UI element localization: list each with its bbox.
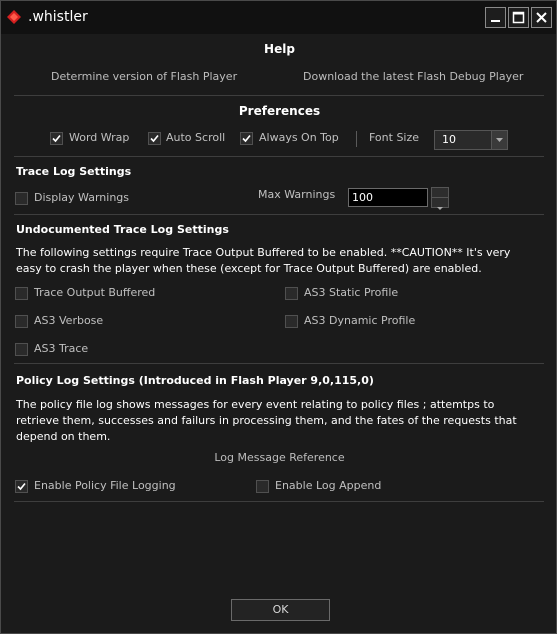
auto-scroll-label: Auto Scroll [166, 131, 226, 144]
font-size-select[interactable]: 10 [434, 130, 508, 150]
enable-policy-logging-checkbox[interactable] [15, 480, 28, 493]
checkmark-icon [17, 482, 26, 491]
font-size-label: Font Size [369, 131, 420, 144]
app-window: .whistler Help Determine version of Flas… [0, 0, 557, 634]
divider [14, 156, 544, 157]
close-icon [536, 12, 547, 23]
ok-button[interactable]: OK [231, 599, 330, 621]
maximize-icon [512, 11, 525, 24]
word-wrap-label: Word Wrap [69, 131, 130, 144]
minimize-icon [491, 20, 500, 22]
word-wrap-checkbox[interactable] [50, 132, 63, 145]
trace-log-heading: Trace Log Settings [16, 165, 132, 178]
undocumented-heading: Undocumented Trace Log Settings [16, 223, 229, 236]
divider [14, 95, 544, 96]
preferences-heading: Preferences [238, 104, 321, 118]
as3-verbose-label: AS3 Verbose [34, 314, 104, 327]
window-title: .whistler [28, 9, 88, 25]
policy-log-heading: Policy Log Settings (Introduced in Flash… [16, 374, 374, 387]
as3-static-profile-label: AS3 Static Profile [304, 286, 399, 299]
minimize-button[interactable] [485, 7, 506, 28]
checkmark-icon [242, 134, 251, 143]
display-warnings-checkbox[interactable] [15, 192, 28, 205]
chevron-down-icon [496, 138, 503, 142]
as3-trace-checkbox[interactable] [15, 343, 28, 356]
arrow-down-icon [437, 207, 443, 210]
close-button[interactable] [531, 7, 552, 28]
max-warnings-input[interactable] [348, 188, 428, 207]
dropdown-button[interactable] [491, 131, 507, 149]
main-panel: Help Determine version of Flash Player D… [2, 34, 555, 632]
as3-trace-label: AS3 Trace [34, 342, 89, 355]
as3-static-profile-checkbox[interactable] [285, 287, 298, 300]
app-logo-icon [7, 10, 21, 24]
always-on-top-checkbox[interactable] [240, 132, 253, 145]
display-warnings-label: Display Warnings [34, 191, 129, 204]
checkmark-icon [52, 134, 61, 143]
divider [14, 214, 544, 215]
spin-down-button[interactable] [431, 197, 449, 210]
divider [14, 363, 544, 364]
help-heading: Help [264, 42, 295, 56]
enable-log-append-checkbox[interactable] [256, 480, 269, 493]
divider [14, 501, 544, 502]
always-on-top-label: Always On Top [259, 131, 339, 144]
policy-log-description: The policy file log shows messages for e… [16, 398, 517, 443]
title-bar[interactable]: .whistler [1, 1, 556, 34]
font-size-value: 10 [442, 133, 456, 146]
auto-scroll-checkbox[interactable] [148, 132, 161, 145]
undocumented-description: The following settings require Trace Out… [16, 246, 511, 275]
checkmark-icon [150, 134, 159, 143]
trace-output-buffered-checkbox[interactable] [15, 287, 28, 300]
maximize-button[interactable] [508, 7, 529, 28]
max-warnings-label: Max Warnings [258, 188, 336, 201]
as3-dynamic-profile-label: AS3 Dynamic Profile [304, 314, 416, 327]
determine-version-link[interactable]: Determine version of Flash Player [51, 70, 237, 83]
as3-verbose-checkbox[interactable] [15, 315, 28, 328]
separator [356, 131, 357, 147]
as3-dynamic-profile-checkbox[interactable] [285, 315, 298, 328]
trace-output-buffered-label: Trace Output Buffered [34, 286, 156, 299]
enable-log-append-label: Enable Log Append [275, 479, 382, 492]
log-message-reference-link[interactable]: Log Message Reference [2, 451, 557, 464]
download-debug-player-link[interactable]: Download the latest Flash Debug Player [303, 70, 523, 83]
enable-policy-logging-label: Enable Policy File Logging [34, 479, 176, 492]
